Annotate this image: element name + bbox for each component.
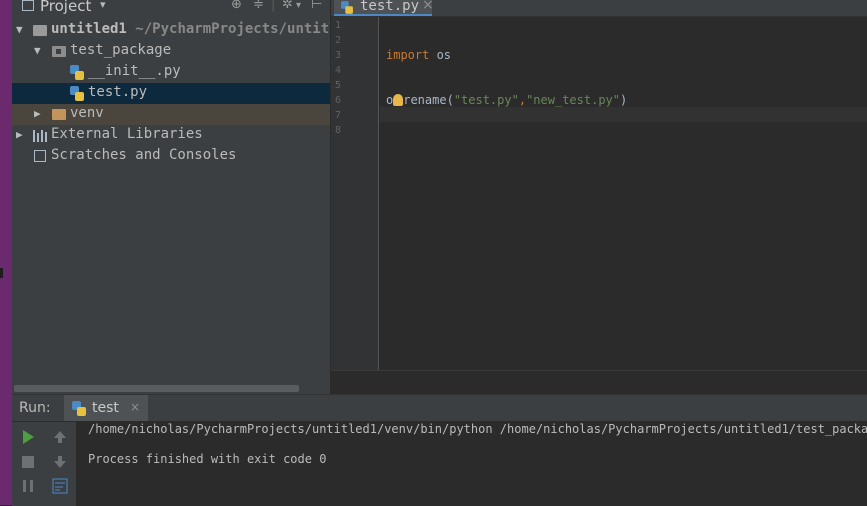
line-number: 3 — [335, 50, 342, 61]
window-edge — [0, 0, 12, 505]
tree-item-scratches[interactable]: Scratches and Consoles — [12, 146, 330, 167]
project-title[interactable]: Project — [40, 0, 91, 15]
collapsed-arrow-icon[interactable]: ▶ — [16, 128, 23, 141]
editor-bottom-area — [331, 370, 867, 395]
line-number: 4 — [335, 65, 342, 76]
separator-icon: | — [271, 0, 276, 12]
stop-icon[interactable] — [19, 453, 37, 471]
tree-item-label: untitled1 ~/PycharmProjects/untitl — [51, 21, 330, 37]
run-console[interactable]: /home/nicholas/PycharmProjects/untitled1… — [76, 422, 867, 506]
project-panel: Project ▾ ⊕ ≑ | ✲ ▾ ⊢ ▼ untitled1 ~/Pych… — [12, 0, 330, 394]
tree-item-root[interactable]: ▼ untitled1 ~/PycharmProjects/untitl — [12, 20, 330, 41]
arrow-down-icon[interactable] — [51, 453, 69, 471]
keyword: import — [386, 48, 430, 62]
tree-item-label: test.py — [88, 84, 148, 100]
comma: , — [518, 93, 527, 107]
run-header: Run: test × — [12, 395, 867, 422]
scratches-icon — [34, 150, 46, 162]
close-icon[interactable]: × — [422, 0, 434, 13]
console-line: Process finished with exit code 0 — [88, 452, 327, 466]
console-line: /home/nicholas/PycharmProjects/untitled1… — [88, 422, 867, 436]
run-title: Run: — [19, 400, 51, 416]
close-paren: ) — [620, 93, 628, 107]
line-number: 7 — [335, 110, 342, 121]
library-icon — [33, 130, 49, 142]
line-number: 1 — [335, 20, 342, 31]
expanded-arrow-icon[interactable]: ▼ — [34, 44, 41, 57]
chevron-down-icon[interactable]: ▾ — [100, 0, 106, 11]
tree-item-package[interactable]: ▼ test_package — [12, 41, 330, 62]
tab-label: test — [92, 400, 119, 416]
tree-item-label: venv — [70, 105, 104, 121]
package-folder-icon — [52, 46, 66, 57]
code-line-import[interactable]: import os — [386, 48, 451, 62]
code-editor[interactable]: import os o rename("test.py","new_test.py… — [380, 17, 867, 370]
arrow-up-icon[interactable] — [51, 428, 69, 446]
collapsed-arrow-icon[interactable]: ▶ — [34, 107, 41, 120]
string-literal: "test.py" — [453, 93, 519, 107]
python-file-icon — [70, 86, 84, 101]
run-toolbar — [12, 422, 76, 506]
current-line-highlight — [380, 107, 867, 122]
code-line-rename[interactable]: o rename("test.py","new_test.py") — [386, 93, 627, 107]
tree-item-test[interactable]: test.py — [12, 83, 330, 104]
hide-panel-icon[interactable]: ⊢ — [311, 0, 322, 12]
tree-item-label: test_package — [70, 42, 172, 58]
module-name: os — [429, 48, 452, 62]
python-file-icon — [70, 65, 84, 80]
line-number: 6 — [335, 95, 342, 106]
run-tab-test[interactable]: test × — [64, 395, 148, 421]
tree-item-venv[interactable]: ▶ venv — [12, 104, 330, 125]
object-name: o — [386, 93, 394, 107]
tab-test-py[interactable]: test.py × — [334, 0, 434, 16]
pause-icon[interactable] — [19, 477, 37, 495]
line-number: 8 — [335, 125, 342, 136]
gear-dropdown-icon[interactable]: ▾ — [296, 0, 301, 11]
editor-tab-bar: test.py × — [331, 0, 867, 17]
python-file-icon — [72, 401, 86, 416]
edge-notch — [0, 268, 3, 278]
gear-icon[interactable]: ✲ — [282, 0, 293, 12]
lightbulb-icon[interactable] — [393, 94, 404, 106]
folder-icon — [52, 109, 66, 120]
run-panel: Run: test × /home/nicholas/PycharmProjec… — [12, 394, 867, 506]
folder-icon — [33, 25, 47, 36]
close-icon[interactable]: × — [130, 400, 140, 414]
line-number: 2 — [335, 35, 342, 46]
tree-item-init[interactable]: __init__.py — [12, 62, 330, 83]
tree-item-external-libraries[interactable]: ▶ External Libraries — [12, 125, 330, 146]
string-literal: "new_test.py" — [526, 93, 620, 107]
project-header: Project ▾ ⊕ ≑ | ✲ ▾ ⊢ — [12, 0, 330, 15]
soft-wrap-icon[interactable] — [51, 477, 69, 495]
tree-item-label: Scratches and Consoles — [51, 147, 237, 163]
project-icon — [22, 0, 34, 11]
tree-item-label: __init__.py — [88, 63, 181, 79]
target-icon[interactable]: ⊕ — [231, 0, 242, 12]
rerun-icon[interactable] — [19, 428, 37, 446]
line-number-gutter: 1 2 3 4 5 6 7 8 — [331, 17, 379, 370]
collapse-all-icon[interactable]: ≑ — [253, 0, 264, 12]
call-text: rename( — [403, 93, 454, 107]
horizontal-scrollbar[interactable] — [14, 385, 299, 392]
expanded-arrow-icon[interactable]: ▼ — [16, 23, 23, 36]
python-file-icon — [341, 1, 353, 14]
tree-item-label: External Libraries — [51, 126, 203, 142]
tab-label: test.py — [360, 0, 420, 14]
line-number: 5 — [335, 80, 342, 91]
